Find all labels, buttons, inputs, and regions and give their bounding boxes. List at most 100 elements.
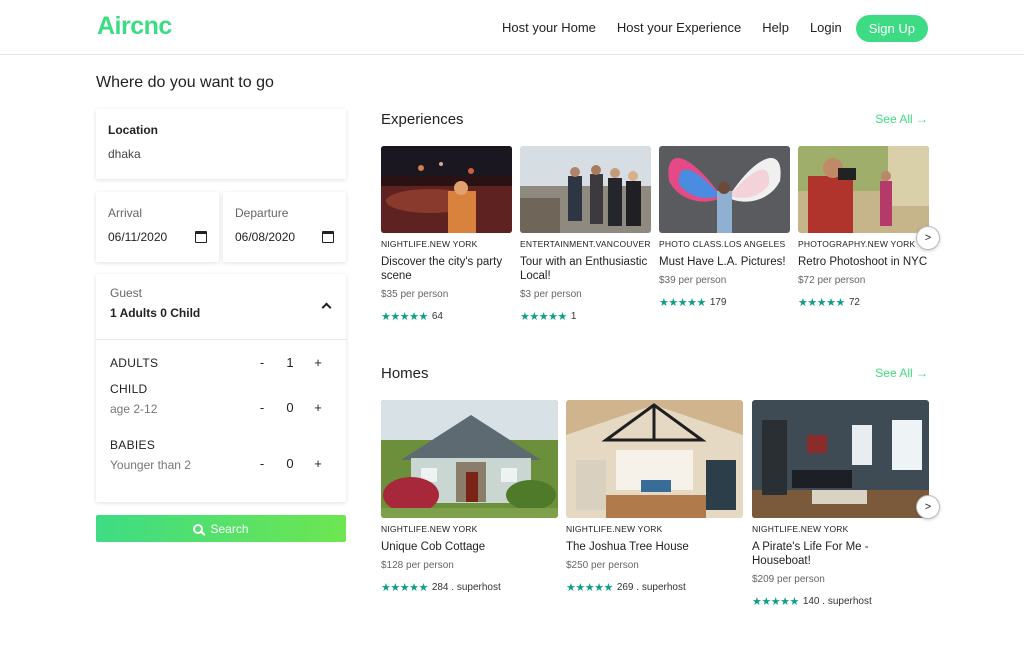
- signup-button[interactable]: Sign Up: [855, 14, 928, 42]
- navbar: Aircnc Host your Home Host your Experien…: [0, 0, 1024, 55]
- home-rating: ★★★★★ 140 . superhost: [752, 595, 929, 608]
- arrival-field[interactable]: Arrival 06/11/2020: [96, 192, 219, 262]
- experience-rating: ★★★★★ 64: [381, 310, 512, 323]
- star-rating-icon: ★★★★★: [566, 582, 613, 594]
- home-image-cottage[interactable]: [381, 400, 558, 518]
- experience-image-tour[interactable]: [520, 146, 651, 233]
- adults-plus-button[interactable]: +: [304, 355, 332, 370]
- guest-label: Guest: [110, 286, 143, 300]
- search-icon: [193, 523, 204, 534]
- home-category: NIGHTLIFE.NEW YORK: [752, 524, 849, 534]
- babies-stepper: - 0 +: [248, 456, 332, 471]
- experience-price: $39 per person: [659, 275, 727, 286]
- child-plus-button[interactable]: +: [304, 400, 332, 415]
- experience-image-wings[interactable]: [659, 146, 790, 233]
- home-rating: ★★★★★ 269 . superhost: [566, 581, 743, 594]
- child-minus-button[interactable]: -: [248, 400, 276, 415]
- arrival-label: Arrival: [108, 206, 143, 220]
- home-review-count: 269 . superhost: [616, 582, 686, 593]
- star-rating-icon: ★★★★★: [381, 582, 428, 594]
- adults-stepper: - 1 +: [248, 355, 332, 370]
- experience-category: ENTERTAINMENT.VANCOUVER: [520, 239, 651, 249]
- experience-image-photoshoot[interactable]: [798, 146, 929, 233]
- experience-title[interactable]: Retro Photoshoot in NYC: [798, 255, 929, 269]
- guest-dropdown-header[interactable]: Guest 1 Adults 0 Child: [96, 274, 346, 340]
- babies-count: 0: [286, 456, 294, 471]
- nav-host-home-link[interactable]: Host your Home: [502, 14, 596, 42]
- departure-date-input[interactable]: 06/08/2020: [235, 230, 301, 244]
- brand-logo[interactable]: Aircnc: [97, 12, 172, 41]
- experience-card[interactable]: NIGHTLIFE.NEW YORK Discover the city's p…: [381, 146, 512, 323]
- experience-review-count: 72: [848, 297, 860, 308]
- homes-title: Homes: [381, 365, 429, 382]
- child-label: CHILD: [110, 382, 148, 396]
- babies-plus-button[interactable]: +: [304, 456, 332, 471]
- search-button[interactable]: Search: [96, 515, 346, 542]
- departure-field[interactable]: Departure 06/08/2020: [223, 192, 346, 262]
- adults-count: 1: [286, 355, 294, 370]
- home-title[interactable]: A Pirate's Life For Me - Houseboat!: [752, 540, 929, 568]
- experiences-title: Experiences: [381, 111, 464, 128]
- experience-rating: ★★★★★ 1: [520, 310, 651, 323]
- location-input[interactable]: dhaka: [108, 147, 334, 161]
- location-label: Location: [108, 123, 158, 137]
- experiences-see-all-link[interactable]: See All →: [875, 112, 928, 126]
- experience-image-party[interactable]: [381, 146, 512, 233]
- nav-login-link[interactable]: Login: [810, 14, 842, 42]
- location-field[interactable]: Location dhaka: [96, 109, 346, 179]
- calendar-icon[interactable]: [322, 231, 334, 243]
- experience-card[interactable]: PHOTO CLASS.LOS ANGELES Must Have L.A. P…: [659, 146, 790, 309]
- home-title[interactable]: Unique Cob Cottage: [381, 540, 558, 554]
- departure-label: Departure: [235, 206, 289, 220]
- star-rating-icon: ★★★★★: [520, 311, 567, 323]
- home-price: $128 per person: [381, 560, 454, 571]
- experience-title[interactable]: Must Have L.A. Pictures!: [659, 255, 790, 269]
- arrival-date-input[interactable]: 06/11/2020: [108, 230, 174, 244]
- star-rating-icon: ★★★★★: [381, 311, 428, 323]
- star-rating-icon: ★★★★★: [798, 297, 845, 309]
- experience-title[interactable]: Discover the city's party scene: [381, 255, 512, 283]
- experience-card[interactable]: PHOTOGRAPHY.NEW YORK Retro Photoshoot in…: [798, 146, 929, 309]
- adults-minus-button[interactable]: -: [248, 355, 276, 370]
- experience-rating: ★★★★★ 72: [798, 296, 929, 309]
- home-card[interactable]: NIGHTLIFE.NEW YORK Unique Cob Cottage $1…: [381, 400, 558, 594]
- search-button-label: Search: [210, 521, 249, 536]
- nav-host-experience-link[interactable]: Host your Experience: [617, 14, 741, 42]
- home-rating: ★★★★★ 284 . superhost: [381, 581, 558, 594]
- homes-next-arrow-icon[interactable]: >: [916, 495, 940, 519]
- experience-category: PHOTO CLASS.LOS ANGELES: [659, 239, 786, 249]
- experience-category: NIGHTLIFE.NEW YORK: [381, 239, 478, 249]
- experience-review-count: 64: [431, 311, 443, 322]
- star-rating-icon: ★★★★★: [752, 596, 799, 608]
- search-title: Where do you want to go: [96, 74, 274, 91]
- experience-title[interactable]: Tour with an Enthusiastic Local!: [520, 255, 651, 283]
- nav-help-link[interactable]: Help: [762, 14, 789, 42]
- home-image-joshua-tree[interactable]: [566, 400, 743, 518]
- experience-price: $35 per person: [381, 289, 449, 300]
- child-row: CHILD age 2-12 - 0 +: [110, 382, 332, 416]
- star-rating-icon: ★★★★★: [659, 297, 706, 309]
- child-count: 0: [286, 400, 294, 415]
- home-card[interactable]: NIGHTLIFE.NEW YORK A Pirate's Life For M…: [752, 400, 929, 608]
- babies-minus-button[interactable]: -: [248, 456, 276, 471]
- home-review-count: 284 . superhost: [431, 582, 501, 593]
- experience-category: PHOTOGRAPHY.NEW YORK: [798, 239, 916, 249]
- homes-see-all-link[interactable]: See All →: [875, 366, 928, 380]
- home-price: $250 per person: [566, 560, 639, 571]
- babies-label: BABIES: [110, 438, 156, 452]
- home-price: $209 per person: [752, 574, 825, 585]
- guest-summary: 1 Adults 0 Child: [110, 306, 201, 320]
- adults-row: ADULTS - 1 +: [110, 355, 332, 370]
- experiences-next-arrow-icon[interactable]: >: [916, 226, 940, 250]
- child-stepper: - 0 +: [248, 400, 332, 415]
- experience-price: $72 per person: [798, 275, 866, 286]
- experience-rating: ★★★★★ 179: [659, 296, 790, 309]
- home-card[interactable]: NIGHTLIFE.NEW YORK The Joshua Tree House…: [566, 400, 743, 594]
- home-review-count: 140 . superhost: [802, 596, 872, 607]
- experience-card[interactable]: ENTERTAINMENT.VANCOUVER Tour with an Ent…: [520, 146, 651, 323]
- nav-links: Host your Home Host your Experience Help…: [481, 14, 928, 42]
- home-title[interactable]: The Joshua Tree House: [566, 540, 743, 554]
- experience-review-count: 179: [709, 297, 727, 308]
- calendar-icon[interactable]: [195, 231, 207, 243]
- home-image-houseboat[interactable]: [752, 400, 929, 518]
